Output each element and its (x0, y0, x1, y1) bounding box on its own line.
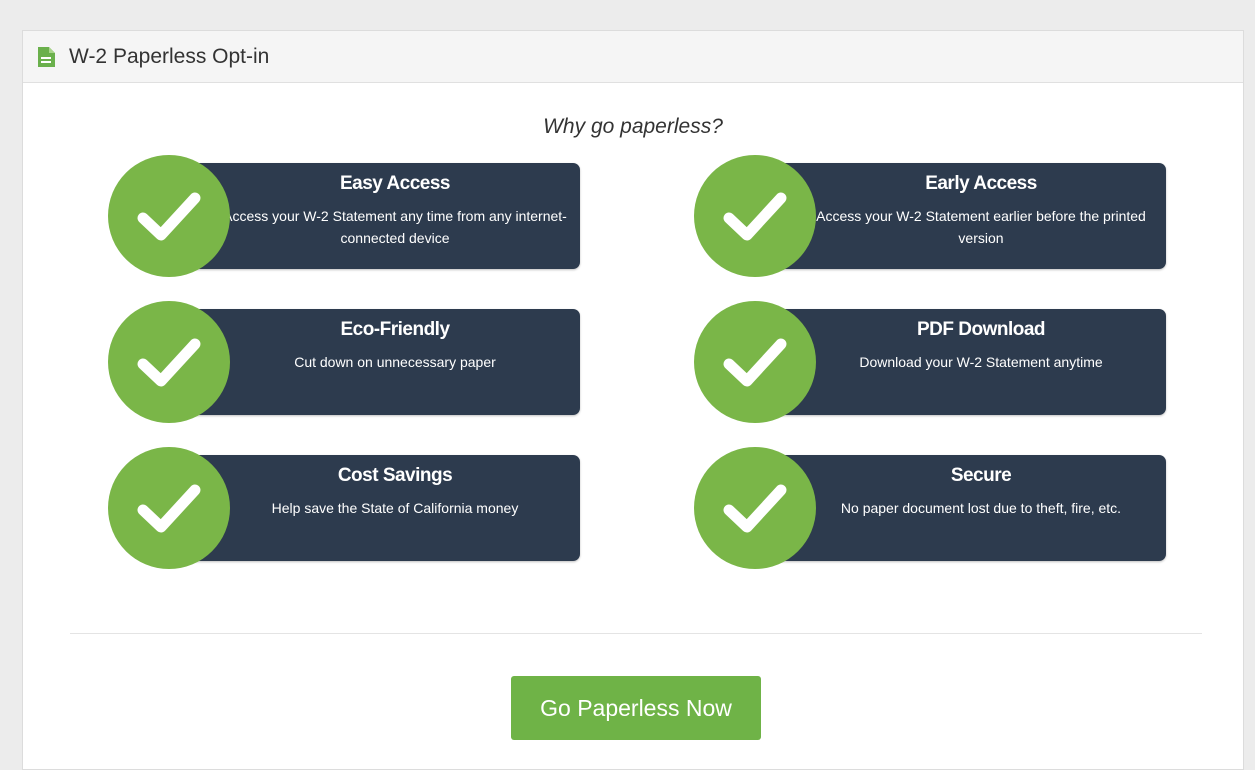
feature-easy-access: Easy Access Access your W-2 Statement an… (108, 155, 580, 277)
panel-header: W-2 Paperless Opt-in (23, 31, 1243, 83)
checkmark-icon (694, 447, 816, 569)
feature-description: Help save the State of California money (271, 500, 519, 516)
go-paperless-button[interactable]: Go Paperless Now (511, 676, 761, 740)
divider (70, 633, 1202, 634)
feature-title: Easy Access (339, 173, 451, 194)
feature-description: Access your W-2 Statement any time from … (223, 208, 567, 246)
feature-title: Cost Savings (337, 465, 453, 486)
checkmark-icon (108, 301, 230, 423)
page-title: W-2 Paperless Opt-in (69, 44, 270, 68)
feature-card: Eco-Friendly Cut down on unnecessary pap… (190, 309, 580, 415)
feature-title: Early Access (925, 173, 1037, 194)
feature-card: Early Access Access your W-2 Statement e… (776, 163, 1166, 269)
feature-pdf-download: PDF Download Download your W-2 Statement… (694, 301, 1166, 423)
feature-cost-savings: Cost Savings Help save the State of Cali… (108, 447, 580, 569)
checkmark-icon (108, 447, 230, 569)
checkmark-icon (694, 301, 816, 423)
checkmark-icon (108, 155, 230, 277)
feature-title: Eco-Friendly (340, 319, 450, 340)
feature-title: PDF Download (916, 319, 1046, 340)
document-icon (37, 46, 55, 67)
feature-description: Cut down on unnecessary paper (294, 354, 496, 370)
feature-eco-friendly: Eco-Friendly Cut down on unnecessary pap… (108, 301, 580, 423)
feature-early-access: Early Access Access your W-2 Statement e… (694, 155, 1166, 277)
section-subtitle: Why go paperless? (543, 115, 723, 138)
checkmark-icon (694, 155, 816, 277)
feature-description: No paper document lost due to theft, fir… (840, 500, 1122, 516)
feature-secure: Secure No paper document lost due to the… (694, 447, 1166, 569)
feature-card: Cost Savings Help save the State of Cali… (190, 455, 580, 561)
opt-in-panel: W-2 Paperless Opt-in Why go paperless? E… (22, 30, 1244, 770)
feature-description: Download your W-2 Statement anytime (859, 354, 1103, 370)
feature-card: Secure No paper document lost due to the… (776, 455, 1166, 561)
feature-description: Access your W-2 Statement earlier before… (816, 208, 1146, 246)
feature-card: PDF Download Download your W-2 Statement… (776, 309, 1166, 415)
feature-card: Easy Access Access your W-2 Statement an… (190, 163, 580, 269)
feature-title: Secure (950, 465, 1012, 486)
